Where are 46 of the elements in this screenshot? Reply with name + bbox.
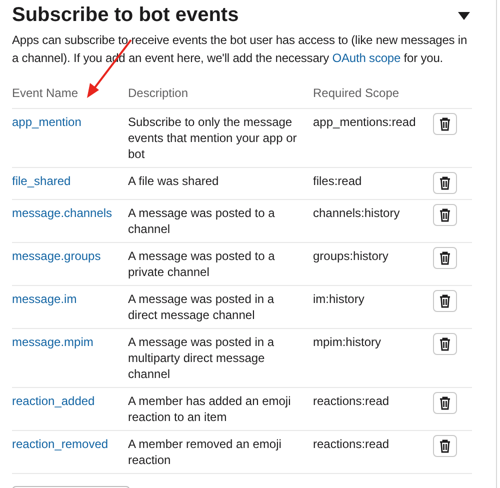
trash-icon [439,251,451,265]
table-cell: reactions:read [313,430,433,474]
event-name-link[interactable]: file_shared [12,174,71,188]
oauth-scope-link[interactable]: OAuth scope [332,51,401,65]
table-cell: A member has added an emoji reaction to an item [128,388,313,430]
event-name-link[interactable]: reaction_added [12,394,95,408]
trash-icon [439,176,451,190]
trash-icon [439,396,451,410]
table-cell: A message was posted to a channel [128,200,313,242]
column-header: Required Scope [313,79,433,108]
table-cell: im:history [313,286,433,328]
column-header: Event Name [12,79,128,108]
trash-icon [439,439,451,453]
collapse-caret-icon[interactable] [458,12,470,20]
delete-button[interactable] [433,113,457,135]
table-cell: A message was posted in a multiparty direct message channel [128,328,313,388]
trash-icon [439,294,451,308]
table-cell: A message was posted to a private channel [128,242,313,286]
table-cell: mpim:history [313,328,433,388]
trash-icon [439,208,451,222]
delete-button[interactable] [433,392,457,414]
table-cell: files:read [313,168,433,200]
event-name-link[interactable]: message.groups [12,249,101,263]
event-name-link[interactable]: message.channels [12,206,112,220]
delete-button[interactable] [433,247,457,269]
delete-button[interactable] [433,204,457,226]
event-name-link[interactable]: message.im [12,292,77,306]
table-cell: groups:history [313,242,433,286]
event-name-link[interactable]: reaction_removed [12,437,108,451]
delete-button[interactable] [433,333,457,355]
delete-button[interactable] [433,172,457,194]
table-cell: reactions:read [313,388,433,430]
table-cell: Subscribe to only the message events that mention your app or bot [128,108,313,168]
table-cell: channels:history [313,200,433,242]
event-name-link[interactable]: message.mpim [12,335,94,349]
delete-button[interactable] [433,435,457,457]
column-header: Description [128,79,313,108]
event-name-link[interactable]: app_mention [12,115,82,129]
table-cell: app_mentions:read [313,108,433,168]
trash-icon [439,117,451,131]
trash-icon [439,337,451,351]
table-cell: A member removed an emoji reaction [128,430,313,474]
table-cell: A file was shared [128,168,313,200]
table-cell: A message was posted in a direct message channel [128,286,313,328]
delete-button[interactable] [433,290,457,312]
section-title: Subscribe to bot events [12,4,239,27]
